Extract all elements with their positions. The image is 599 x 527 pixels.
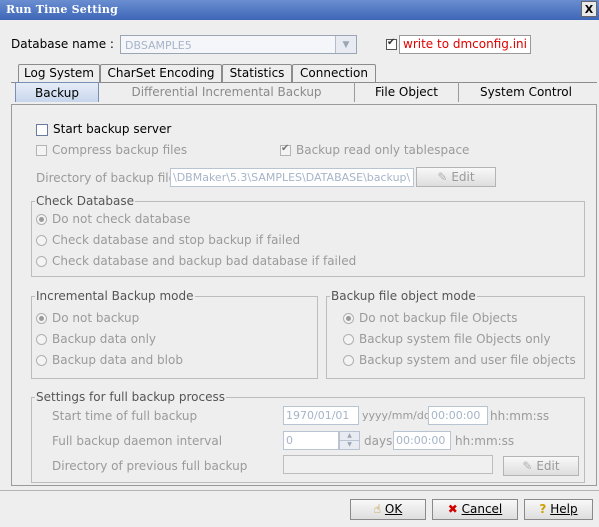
ok-button[interactable]: ☝ OK	[350, 499, 426, 520]
backup-dir-label: Directory of backup files	[36, 171, 183, 185]
tab-charset-encoding[interactable]: CharSet Encoding	[100, 64, 222, 82]
interval-spinner[interactable]: ▲ ▼	[339, 431, 360, 450]
edit-pencil-icon: ✎	[522, 459, 533, 473]
interval-time-format-label: hh:mm:ss	[455, 434, 515, 448]
hand-pointer-icon: ☝	[373, 502, 382, 516]
backup-dir-edit-button[interactable]: ✎ Edit	[416, 167, 496, 187]
prev-dir-field[interactable]	[283, 455, 493, 474]
file-obj-mode-label: Do not backup file Objects	[359, 311, 518, 325]
tab-differential-incremental-backup[interactable]: Differential Incremental Backup	[99, 82, 355, 102]
prev-dir-edit-label: Edit	[536, 459, 560, 473]
cancel-button[interactable]: ✖ Cancel	[432, 499, 518, 520]
write-dmconfig-checkbox[interactable]	[386, 37, 397, 50]
date-format-label: yyyy/mm/dd	[362, 409, 431, 422]
spinner-up-icon[interactable]: ▲	[340, 432, 359, 440]
edit-pencil-icon: ✎	[437, 170, 448, 184]
footer-divider	[0, 490, 599, 491]
incremental-mode-title: Incremental Backup mode	[35, 289, 195, 303]
file-obj-mode-label: Backup system file Objects only	[359, 332, 551, 346]
incr-mode-radio[interactable]	[36, 334, 47, 345]
file-obj-mode-radio[interactable]	[343, 334, 354, 345]
check-db-option-label: Check database and backup bad database i…	[52, 254, 357, 268]
interval-days-field[interactable]: 0	[283, 431, 339, 450]
tab-log-system[interactable]: Log System	[18, 64, 100, 82]
file-object-mode-title: Backup file object mode	[330, 289, 477, 303]
full-backup-title: Settings for full backup process	[35, 390, 226, 404]
check-db-option-label: Do not check database	[52, 212, 191, 226]
backup-readonly-label: Backup read only tablespace	[296, 143, 470, 157]
start-backup-server-checkbox[interactable]	[36, 124, 48, 136]
question-icon: ?	[539, 502, 547, 516]
tab-file-object[interactable]: File Object	[355, 82, 459, 102]
tab-statistics[interactable]: Statistics	[222, 64, 292, 82]
compress-backup-checkbox[interactable]	[36, 145, 47, 156]
file-obj-mode-label: Backup system and user file objects	[359, 353, 576, 367]
backup-readonly-checkbox[interactable]	[280, 143, 291, 156]
days-label: days	[364, 434, 393, 448]
interval-time-field[interactable]: 00:00:00	[393, 431, 451, 450]
file-obj-mode-radio[interactable]	[343, 313, 354, 324]
interval-label: Full backup daemon interval	[52, 434, 223, 448]
database-name-label: Database name :	[11, 37, 114, 51]
file-obj-mode-radio[interactable]	[343, 355, 354, 366]
tab-backup[interactable]: Backup	[15, 82, 99, 102]
check-database-title: Check Database	[35, 194, 135, 208]
spinner-down-icon[interactable]: ▼	[340, 440, 359, 449]
incr-mode-label: Backup data only	[52, 332, 157, 346]
database-name-value: DBSAMPLE5	[125, 39, 192, 52]
chevron-down-icon[interactable]: ▼	[335, 36, 356, 53]
check-db-option-radio[interactable]	[36, 235, 47, 246]
cancel-label: Cancel	[461, 502, 503, 516]
help-button[interactable]: ? Help	[524, 499, 593, 520]
ok-label: OK	[384, 502, 403, 516]
tab-system-control[interactable]: System Control	[459, 82, 593, 102]
time-format-label: hh:mm:ss	[490, 409, 550, 423]
start-time-field[interactable]: 00:00:00	[428, 406, 488, 425]
prev-dir-edit-button[interactable]: ✎ Edit	[503, 456, 579, 476]
title-bar: Run Time Setting X	[0, 0, 599, 20]
window-title: Run Time Setting	[6, 3, 118, 16]
tab-connection[interactable]: Connection	[292, 64, 376, 82]
check-db-option-label: Check database and stop backup if failed	[52, 233, 301, 247]
x-icon: ✖	[447, 502, 458, 516]
start-date-field[interactable]: 1970/01/01	[283, 406, 359, 425]
incr-mode-radio[interactable]	[36, 313, 47, 324]
help-label: Help	[550, 502, 578, 516]
start-backup-server-label: Start backup server	[53, 122, 172, 136]
close-button[interactable]: X	[581, 1, 597, 17]
backup-dir-field[interactable]: \DBMaker\5.3\SAMPLES\DATABASE\backup\	[170, 168, 414, 187]
backup-dir-edit-label: Edit	[451, 170, 475, 184]
database-name-combo[interactable]: DBSAMPLE5 ▼	[120, 35, 357, 54]
compress-backup-label: Compress backup files	[52, 143, 188, 157]
incr-mode-label: Backup data and blob	[52, 353, 183, 367]
incr-mode-label: Do not backup	[52, 311, 140, 325]
check-db-option-radio[interactable]	[36, 214, 47, 225]
incr-mode-radio[interactable]	[36, 355, 47, 366]
prev-dir-label: Directory of previous full backup	[52, 459, 248, 473]
write-dmconfig-label[interactable]: write to dmconfig.ini	[399, 35, 531, 54]
check-db-option-radio[interactable]	[36, 256, 47, 267]
start-time-label: Start time of full backup	[52, 409, 198, 423]
